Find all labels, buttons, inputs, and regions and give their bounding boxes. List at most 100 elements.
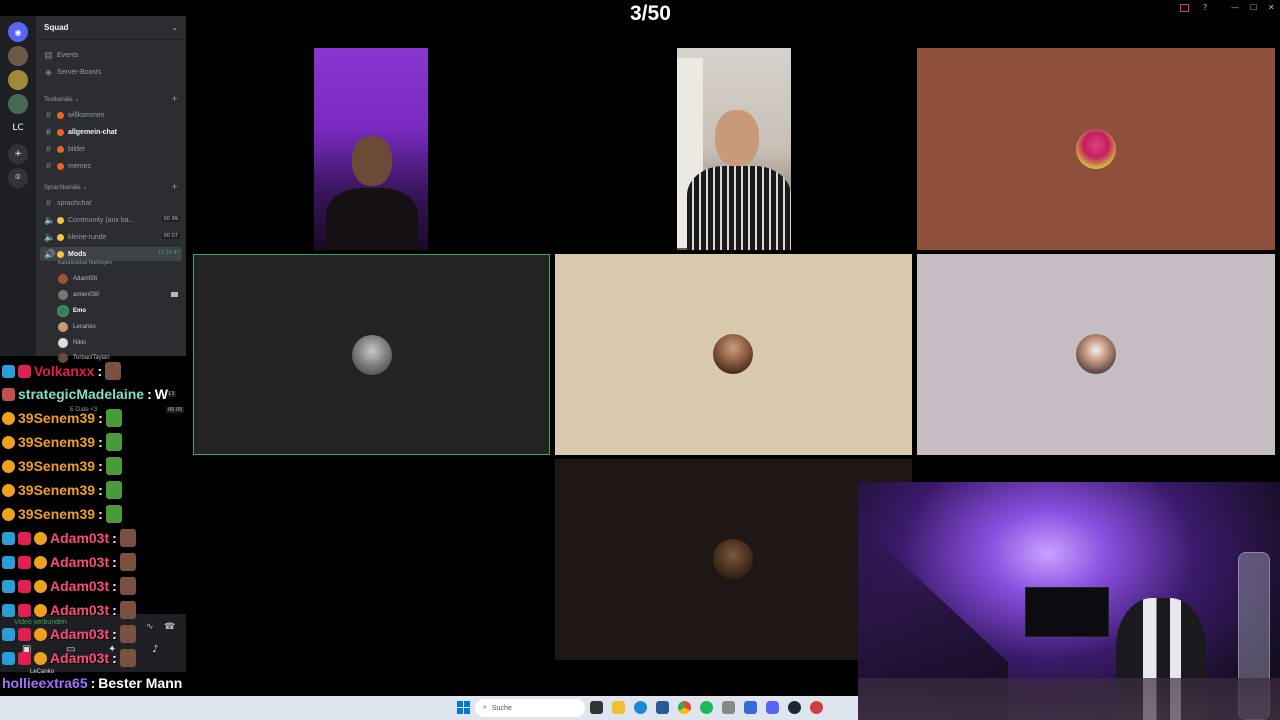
inbox-icon[interactable] (1180, 4, 1189, 12)
soundboard-icon[interactable]: ♪ (152, 644, 158, 655)
chat-username[interactable]: Adam03t (50, 578, 109, 594)
voice-member[interactable]: Lecanko (58, 320, 96, 334)
edge-icon[interactable] (634, 701, 647, 714)
coin-badge-icon (2, 459, 15, 473)
server-icon[interactable] (8, 70, 28, 90)
chat-username[interactable]: Adam03t (50, 602, 109, 618)
video-tile-avatar-speaking[interactable] (193, 254, 550, 455)
sidebar-item-server-boosts[interactable]: ◈ Server-Boosts (44, 65, 101, 79)
chat-username[interactable]: Adam03t (50, 554, 109, 570)
close-icon[interactable]: ✕ (1268, 3, 1275, 12)
task-view-icon[interactable] (590, 701, 603, 714)
discover-icon[interactable]: ⌾ (8, 168, 28, 188)
chat-username[interactable]: Adam03t (50, 650, 109, 666)
server-icon-active[interactable] (8, 94, 28, 114)
store-icon[interactable] (656, 701, 669, 714)
chat-username[interactable]: Adam03t (50, 530, 109, 546)
add-channel-icon[interactable]: + (171, 94, 178, 103)
start-menu-icon[interactable] (457, 701, 470, 714)
chat-username[interactable]: 39Senem39 (18, 506, 95, 522)
minimize-icon[interactable]: — (1231, 3, 1239, 12)
camera-icon (171, 292, 178, 297)
person-head (352, 136, 392, 186)
spotify-icon[interactable] (700, 701, 713, 714)
chat-separator: : (147, 386, 152, 402)
emoji-icon (57, 145, 64, 153)
category-text-channels[interactable]: Textkanäle ⌄ (44, 96, 79, 103)
channel-label: kleine-runde (68, 233, 107, 241)
sub-badge-icon (18, 603, 31, 617)
coin-badge-icon (2, 483, 15, 497)
chat-username[interactable]: hollieextra65 (2, 675, 88, 691)
file-explorer-icon[interactable] (612, 701, 625, 714)
channel-bilder[interactable]: # bilder (44, 142, 85, 156)
coin-badge-icon (34, 579, 47, 593)
voice-member[interactable]: Adam03t (58, 272, 97, 286)
emoji-icon (57, 128, 64, 136)
emote-icon (119, 577, 136, 595)
sub-badge-icon (18, 364, 31, 378)
chevron-down-icon[interactable]: ⌄ (171, 23, 178, 32)
avatar (58, 306, 68, 316)
emote-icon (119, 625, 136, 643)
video-tile-camera[interactable] (677, 48, 791, 250)
chat-separator: : (98, 458, 103, 474)
guild-header[interactable]: Squad ⌄ (36, 16, 186, 40)
chat-username[interactable]: 39Senem39 (18, 458, 95, 474)
voice-channel-kleine-runde[interactable]: 🔈 kleine-runde (44, 230, 107, 244)
avatar (713, 539, 753, 579)
taskbar-search[interactable]: ⌕ Suche (475, 699, 585, 717)
sub-badge-icon (18, 555, 31, 569)
chat-username[interactable]: Volkanxx (34, 363, 94, 379)
help-icon[interactable]: ? (1203, 3, 1207, 12)
chat-username[interactable]: strategicMadelaine (18, 386, 144, 402)
member-name: Lecanko (73, 324, 96, 330)
video-tile-avatar[interactable] (917, 254, 1275, 455)
channel-memes[interactable]: # memes (44, 159, 91, 173)
disconnect-icon[interactable]: ☎ (164, 622, 175, 632)
avatar (58, 290, 68, 300)
channel-label: willkommen (68, 111, 105, 119)
chat-text: Bester Mann (98, 675, 183, 691)
chrome-icon[interactable] (678, 701, 691, 714)
add-server-icon[interactable]: + (8, 144, 28, 164)
chat-message: 39Senem39: (2, 455, 122, 477)
chat-username[interactable]: 39Senem39 (18, 434, 95, 450)
voice-channel-community[interactable]: 🔈 Community (aux ba... (44, 213, 135, 227)
chat-message: Adam03t: (2, 575, 136, 597)
app-icon[interactable] (810, 701, 823, 714)
emoji-icon (57, 250, 64, 258)
discord-home-icon[interactable]: ◉ (8, 22, 28, 42)
discord-icon[interactable] (766, 701, 779, 714)
voice-member[interactable]: Nikki (58, 336, 86, 350)
follower-goal-counter: 3/50 (630, 2, 671, 25)
prime-badge-icon (2, 651, 15, 665)
chat-username[interactable]: Adam03t (50, 626, 109, 642)
server-lc-icon[interactable]: LC (8, 118, 28, 138)
voice-member[interactable]: Emo (58, 304, 86, 318)
app-icon[interactable] (744, 701, 757, 714)
channel-sprachchat[interactable]: # sprachchat (44, 196, 91, 210)
category-voice-channels[interactable]: Sprachkanäle ⌄ (44, 184, 87, 191)
chat-username[interactable]: 39Senem39 (18, 482, 95, 498)
channel-willkommen[interactable]: # willkommen (44, 108, 105, 122)
app-icon[interactable] (722, 701, 735, 714)
video-tile-avatar[interactable] (555, 254, 912, 455)
channel-status[interactable]: Kanalstatus festlegen (58, 260, 112, 266)
chat-message: Adam03t: (2, 647, 136, 669)
noise-suppression-icon[interactable]: ∿ (146, 622, 154, 632)
video-tile-camera[interactable] (314, 48, 428, 250)
channel-allgemein-chat[interactable]: # allgemein-chat (44, 125, 117, 139)
avatar-badge-icon (2, 387, 15, 401)
chat-username[interactable]: 39Senem39 (18, 410, 95, 426)
sidebar-item-events[interactable]: ▤ Events (44, 48, 78, 62)
maximize-icon[interactable]: ☐ (1250, 3, 1257, 12)
voice-member[interactable]: amien030 (58, 288, 99, 302)
server-icon[interactable] (8, 46, 28, 66)
add-channel-icon[interactable]: + (171, 182, 178, 191)
emoji-icon (57, 111, 64, 119)
call-timer: 11:15:47 (157, 250, 180, 256)
video-tile-avatar[interactable] (917, 48, 1275, 250)
prime-badge-icon (2, 627, 15, 641)
steam-icon[interactable] (788, 701, 801, 714)
